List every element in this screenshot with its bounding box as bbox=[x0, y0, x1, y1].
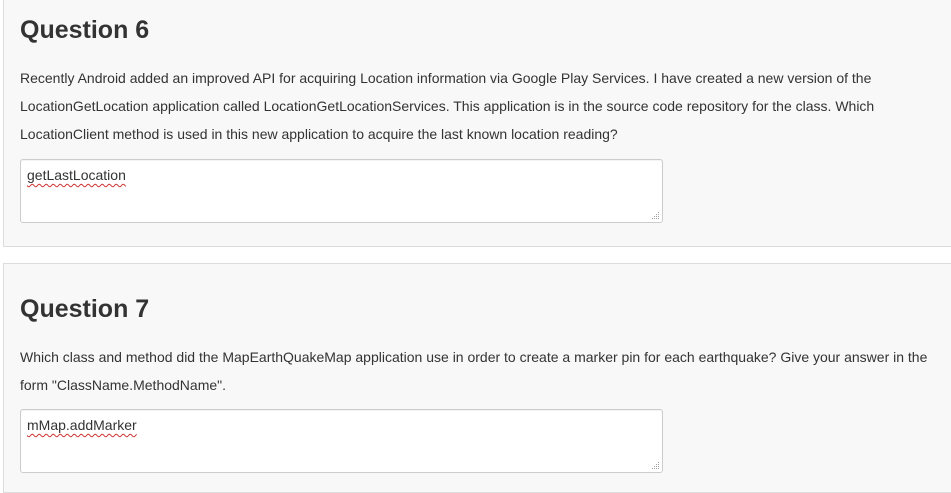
question-prompt: Recently Android added an improved API f… bbox=[20, 70, 875, 142]
resize-grip-icon[interactable] bbox=[651, 461, 660, 470]
answer-value: mMap.addMarker bbox=[27, 417, 137, 433]
resize-grip-icon[interactable] bbox=[651, 211, 660, 220]
answer-textarea[interactable]: mMap.addMarker bbox=[20, 409, 663, 473]
answer-value: getLastLocation bbox=[27, 167, 126, 183]
question-prompt: Which class and method did the MapEarthQ… bbox=[20, 349, 928, 393]
question-7-card: Question 7 Which class and method did th… bbox=[3, 263, 951, 493]
question-6-card: Question 6 Recently Android added an imp… bbox=[3, 0, 951, 247]
question-title: Question 7 bbox=[20, 295, 150, 323]
question-title: Question 6 bbox=[20, 16, 150, 44]
answer-textarea[interactable]: getLastLocation bbox=[20, 159, 663, 223]
